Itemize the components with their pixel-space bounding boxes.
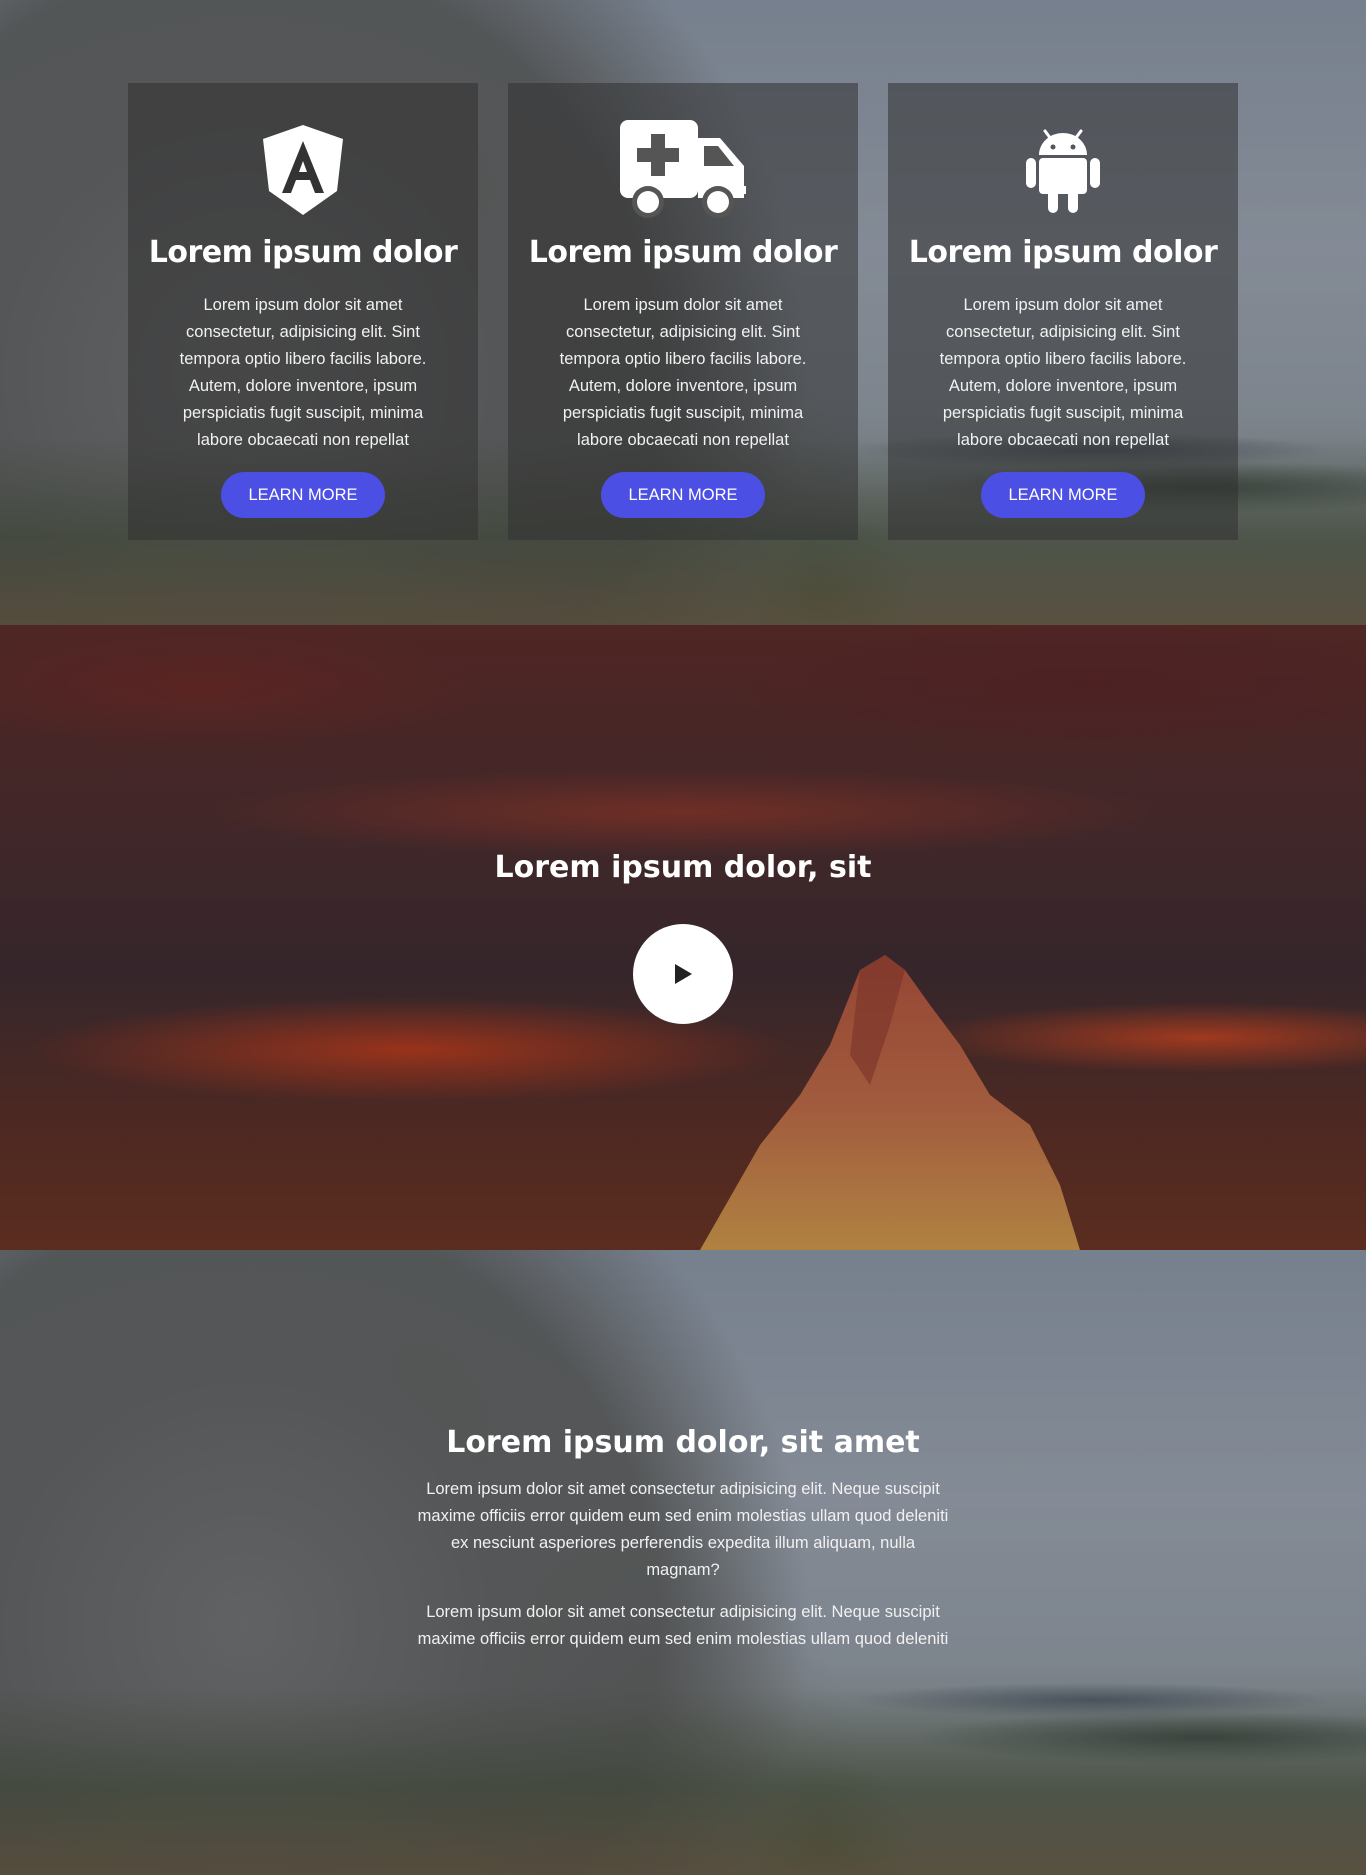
play-button[interactable] (633, 924, 733, 1024)
feature-card: Lorem ipsum dolor Lorem ipsum dolor sit … (888, 83, 1238, 540)
learn-more-button[interactable]: LEARN MORE (601, 472, 765, 518)
features-section: Lorem ipsum dolor Lorem ipsum dolor sit … (0, 0, 1366, 625)
play-icon (675, 964, 692, 984)
angular-icon (263, 125, 343, 215)
android-icon (1023, 125, 1103, 215)
learn-more-button[interactable]: LEARN MORE (981, 472, 1145, 518)
feature-card: Lorem ipsum dolor Lorem ipsum dolor sit … (128, 83, 478, 540)
learn-more-button[interactable]: LEARN MORE (221, 472, 385, 518)
card-text: Lorem ipsum dolor sit amet consectetur, … (559, 296, 807, 449)
about-content: Lorem ipsum dolor, sit amet Lorem ipsum … (0, 1425, 1366, 1653)
about-paragraph: Lorem ipsum dolor sit amet consectetur a… (417, 1603, 949, 1648)
card-title: Lorem ipsum dolor (908, 235, 1218, 270)
card-text: Lorem ipsum dolor sit amet consectetur, … (179, 296, 427, 449)
about-section: Lorem ipsum dolor, sit amet Lorem ipsum … (0, 1250, 1366, 1875)
video-section: Lorem ipsum dolor, sit (0, 625, 1366, 1250)
card-title: Lorem ipsum dolor (528, 235, 838, 270)
feature-card: Lorem ipsum dolor Lorem ipsum dolor sit … (508, 83, 858, 540)
about-title: Lorem ipsum dolor, sit amet (446, 1425, 920, 1460)
about-paragraph: Lorem ipsum dolor sit amet consectetur a… (417, 1480, 949, 1579)
card-text: Lorem ipsum dolor sit amet consectetur, … (939, 296, 1187, 449)
video-title: Lorem ipsum dolor, sit (494, 850, 872, 885)
card-title: Lorem ipsum dolor (148, 235, 458, 270)
feature-cards: Lorem ipsum dolor Lorem ipsum dolor sit … (128, 83, 1238, 540)
ambulance-icon (620, 120, 746, 218)
